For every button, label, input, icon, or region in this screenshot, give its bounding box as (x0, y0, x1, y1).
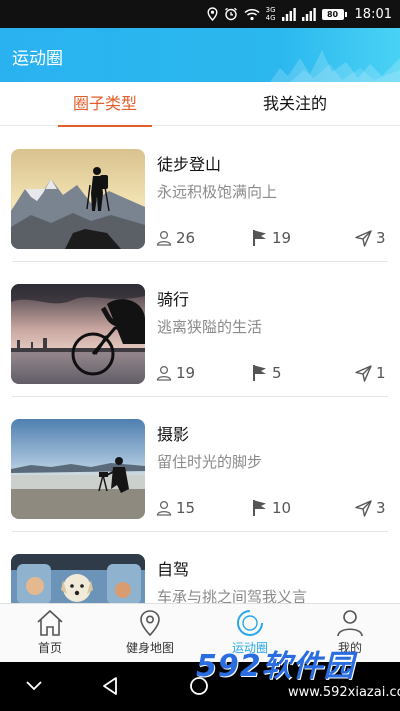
battery-cap (344, 11, 347, 17)
nav-fitness-map[interactable]: 健身地图 (100, 604, 200, 663)
circle-icon (237, 610, 263, 636)
members-count: 15 (176, 499, 196, 517)
network-type-top: 3G (265, 6, 276, 14)
shares-stat[interactable]: 3 (355, 228, 386, 248)
send-icon (355, 364, 372, 382)
circle-thumbnail (11, 284, 145, 384)
tab-circle-types[interactable]: 圈子类型 (58, 82, 152, 127)
shares-count: 1 (376, 364, 386, 382)
status-bar: 3G 4G 80 18:01 (0, 0, 400, 28)
circle-thumbnail (11, 419, 145, 519)
members-stat: 26 (156, 228, 195, 248)
list-item[interactable]: 骑行 逃离狭隘的生活 19 5 1 (0, 262, 400, 397)
battery-indicator: 80 (321, 8, 347, 20)
posts-stat: 5 (252, 363, 282, 383)
home-button-icon[interactable] (189, 676, 209, 696)
circle-thumbnail (11, 554, 145, 603)
status-icons: 3G 4G 80 18:01 (207, 5, 392, 23)
nav-sports-circle-label: 运动圈 (231, 641, 268, 655)
circle-subtitle: 逃离狭隘的生活 (157, 318, 263, 336)
signal-icon-secondary (301, 7, 316, 21)
send-icon (355, 499, 372, 517)
wifi-icon (244, 8, 260, 20)
system-navigation-bar (0, 662, 400, 711)
circle-subtitle: 车承与挑之间驾我义言 (157, 588, 308, 603)
posts-stat: 10 (252, 498, 291, 518)
circle-title: 骑行 (157, 290, 190, 309)
hiker-on-summit-image (11, 149, 145, 249)
circle-subtitle: 留住时光的脚步 (157, 453, 263, 471)
posts-count: 10 (272, 499, 292, 517)
shares-count: 3 (376, 499, 386, 517)
circle-title: 自驾 (157, 560, 190, 579)
user-outline-icon (156, 500, 172, 516)
alarm-icon (224, 7, 237, 21)
app-header: 运动圈 (0, 28, 400, 82)
circle-title: 徒步登山 (157, 155, 222, 174)
posts-count: 19 (272, 229, 292, 247)
flag-icon (253, 230, 266, 246)
home-icon (37, 609, 63, 636)
dog-in-car-image (11, 554, 145, 603)
user-outline-icon (156, 230, 172, 246)
map-pin-icon (140, 610, 160, 637)
nav-home[interactable]: 首页 (0, 604, 100, 663)
location-icon (207, 7, 218, 21)
status-time: 18:01 (354, 6, 392, 22)
network-type-label: 3G 4G (266, 6, 276, 22)
circle-subtitle: 永远积极饱满向上 (157, 183, 278, 201)
network-type-bottom: 4G (265, 14, 276, 22)
header-decoration (270, 50, 400, 82)
user-icon (337, 610, 363, 637)
shares-stat[interactable]: 3 (355, 498, 386, 518)
tab-following[interactable]: 我关注的 (248, 82, 342, 126)
circle-tabs: 圈子类型 我关注的 (0, 82, 400, 127)
list-item[interactable]: 自驾 车承与挑之间驾我义言 (0, 532, 400, 603)
flag-icon (253, 365, 266, 381)
nav-fitness-map-label: 健身地图 (125, 641, 174, 655)
shares-stat[interactable]: 1 (355, 363, 386, 383)
posts-stat: 19 (252, 228, 291, 248)
circle-title: 摄影 (157, 425, 190, 444)
posts-count: 5 (272, 364, 282, 382)
user-outline-icon (156, 365, 172, 381)
page-title: 运动圈 (12, 49, 63, 69)
circle-list: 徒步登山 永远积极饱满向上 26 19 3 骑行 逃离狭隘的生活 19 5 1 … (0, 127, 400, 603)
nav-mine[interactable]: 我的 (300, 604, 400, 663)
signal-icon (281, 7, 296, 21)
chevron-down-icon[interactable] (25, 680, 43, 692)
cyclist-at-sunset-image (11, 284, 145, 384)
back-icon[interactable] (101, 676, 119, 696)
members-count: 19 (176, 364, 196, 382)
circle-thumbnail (11, 149, 145, 249)
photographer-on-beach-image (11, 419, 145, 519)
bottom-navigation: 首页 健身地图 运动圈 我的 (0, 603, 400, 662)
members-stat: 19 (156, 363, 195, 383)
battery-level: 80 (321, 8, 344, 20)
members-count: 26 (176, 229, 196, 247)
send-icon (355, 229, 372, 247)
nav-home-label: 首页 (37, 641, 62, 655)
nav-mine-label: 我的 (337, 641, 362, 655)
list-item[interactable]: 摄影 留住时光的脚步 15 10 3 (0, 397, 400, 532)
members-stat: 15 (156, 498, 195, 518)
list-item[interactable]: 徒步登山 永远积极饱满向上 26 19 3 (0, 127, 400, 262)
flag-icon (253, 500, 266, 516)
nav-sports-circle[interactable]: 运动圈 (200, 604, 300, 663)
shares-count: 3 (376, 229, 386, 247)
